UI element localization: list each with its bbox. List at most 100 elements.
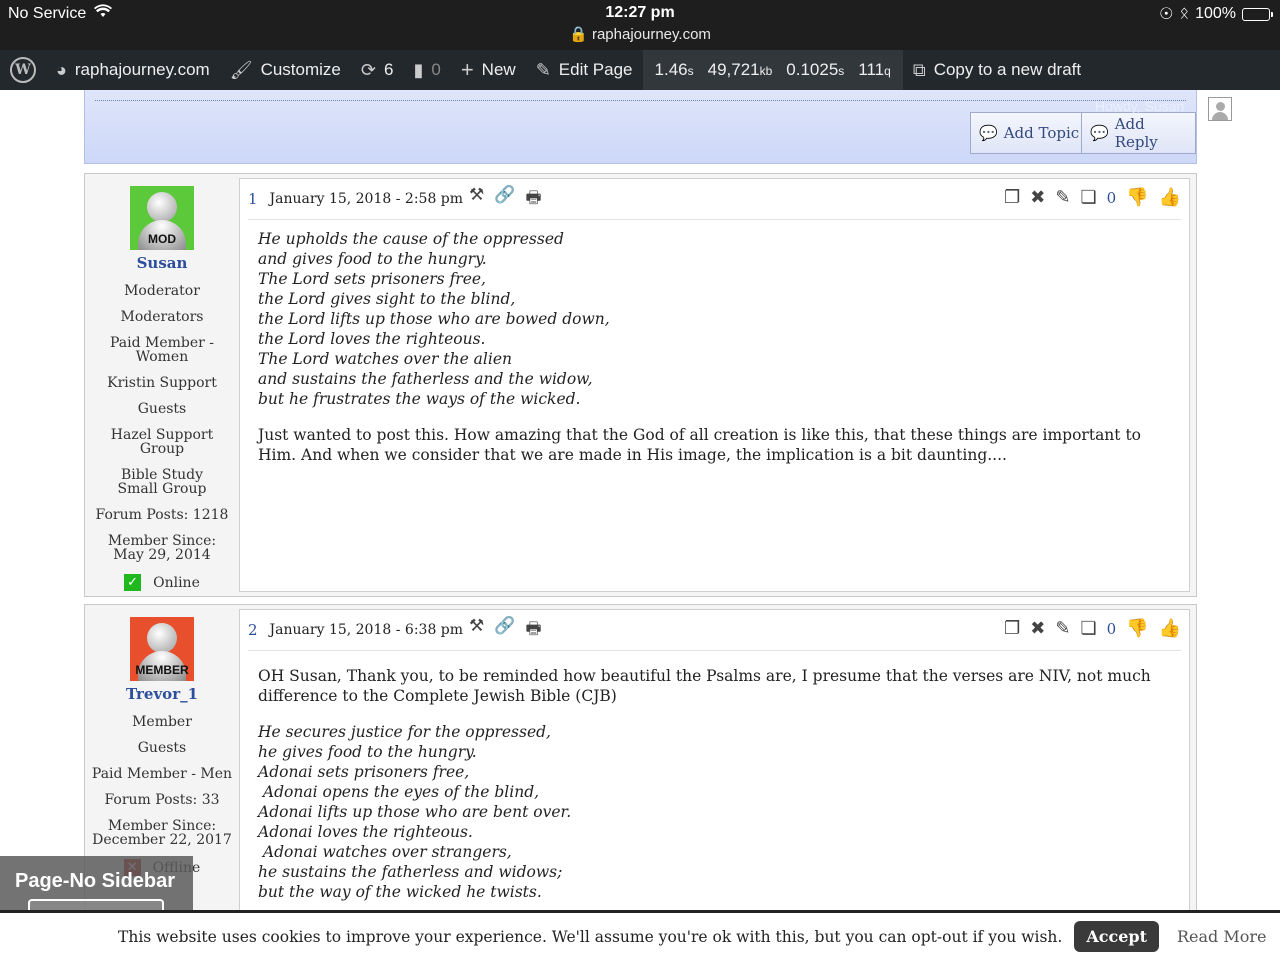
refresh-icon: ⟳ (360, 59, 376, 80)
post-date: January 15, 2018 - 6:38 pm (269, 622, 464, 638)
page-template-label: Page-No Sidebar (0, 856, 193, 912)
comment-icon: ▮ (413, 59, 424, 80)
avatar[interactable]: MEMBER (130, 617, 194, 681)
vote-count: 0 (1106, 188, 1117, 207)
add-reply-button[interactable]: 💬 Add Reply (1081, 112, 1196, 154)
author-role: Hazel Support Group (110, 427, 214, 457)
ios-status-bar: No Service 12:27 pm 🔒 raphajourney.com ☉… (0, 0, 1280, 50)
post-body: OH Susan, Thank you, to be reminded how … (258, 666, 1169, 902)
edit-icon[interactable]: ✎ (1055, 187, 1070, 208)
print-icon[interactable]: 🖶 (525, 185, 541, 214)
post-content: 2 January 15, 2018 - 6:38 pm ⚒ 🔗 🖶 ❐ ✖ ✎… (239, 609, 1190, 929)
post-body: He upholds the cause of the oppressed an… (258, 229, 1169, 465)
verse-block: He upholds the cause of the oppressed an… (258, 229, 1169, 409)
author-role: Moderators (120, 309, 204, 325)
add-topic-button[interactable]: 💬 Add Topic (970, 112, 1089, 154)
thumbs-up-icon[interactable]: 👍 (1159, 618, 1181, 639)
verse-line: the Lord lifts up those who are bowed do… (258, 310, 610, 328)
edit-icon[interactable]: ✎ (1055, 618, 1070, 639)
divider (95, 100, 1186, 101)
delete-icon[interactable]: ✖ (1030, 618, 1045, 639)
verse-line: but the way of the wicked he twists. (258, 883, 542, 901)
print-icon[interactable]: 🖶 (525, 616, 541, 645)
post-paragraph: OH Susan, Thank you, to be reminded how … (258, 667, 1151, 705)
post-number[interactable]: 1 (248, 190, 258, 208)
thumbs-down-icon[interactable]: 👎 (1126, 618, 1148, 639)
post-date: January 15, 2018 - 2:58 pm (269, 191, 464, 207)
author-name-link[interactable]: Susan (89, 254, 235, 272)
add-reply-icon: 💬 (1090, 124, 1109, 142)
dashboard-icon: ◕ (56, 59, 67, 80)
plus-icon: + (460, 57, 474, 82)
verse-line: but he frustrates the ways of the wicked… (258, 390, 581, 408)
member-since: Member Since: December 22, 2017 (92, 818, 232, 848)
vote-count: 0 (1106, 619, 1117, 638)
post-actions: ❐ ✖ ✎ ❏ 0 👎 👍 (1004, 618, 1181, 639)
link-icon[interactable]: 🔗 (494, 185, 515, 214)
post-author-panel: MEMBER Trevor_1 Member Guests Paid Membe… (89, 609, 235, 876)
verse-line: Adonai lifts up those who are bent over. (258, 803, 572, 821)
query-monitor-stats[interactable]: 1.46s 49,721kb 0.1025s 111q (642, 50, 903, 90)
add-topic-icon: 💬 (979, 124, 998, 142)
verse-line: The Lord watches over the alien (258, 350, 512, 368)
author-role: Moderator (124, 283, 200, 299)
updates-link[interactable]: ⟳ 6 (351, 50, 404, 90)
forum-post: MEMBER Trevor_1 Member Guests Paid Membe… (84, 604, 1197, 929)
reply-icon[interactable]: ❏ (1080, 187, 1096, 208)
delete-icon[interactable]: ✖ (1030, 187, 1045, 208)
author-role: Kristin Support (107, 375, 217, 391)
address-bar[interactable]: 🔒 raphajourney.com (0, 25, 1280, 43)
edit-page-link[interactable]: ✎ Edit Page (526, 50, 643, 90)
forum-post-count: Forum Posts: 33 (104, 792, 220, 808)
verse-line: Adonai opens the eyes of the blind, (258, 783, 540, 801)
avatar[interactable]: MOD (130, 186, 194, 250)
copy-to-draft-link[interactable]: ⧉ Copy to a new draft (903, 50, 1091, 90)
cookie-message: This website uses cookies to improve you… (118, 927, 1063, 946)
thumbs-up-icon[interactable]: 👍 (1159, 187, 1181, 208)
link-icon[interactable]: 🔗 (494, 616, 515, 645)
online-check-icon: ✓ (124, 574, 142, 591)
new-content-menu[interactable]: + New (451, 50, 526, 90)
author-role: Paid Member - Women (109, 335, 215, 365)
quote-icon[interactable]: ❐ (1004, 618, 1020, 639)
verse-line: he gives food to the hungry. (258, 743, 477, 761)
howdy-text: Howdy, Susan (1095, 98, 1185, 114)
forum-header-band: 💬 Add Topic 💬 Add Reply (84, 90, 1197, 164)
post-content: 1 January 15, 2018 - 2:58 pm ⚒ 🔗 🖶 ❐ ✖ ✎… (239, 178, 1190, 592)
author-role: Paid Member - Men (91, 766, 233, 782)
cookie-notice-bar: This website uses cookies to improve you… (0, 910, 1280, 960)
bluetooth-icon: ᛟ (1179, 5, 1190, 22)
author-role: Bible Study Small Group (117, 467, 207, 497)
accept-cookies-button[interactable]: Accept (1074, 921, 1159, 952)
read-more-link[interactable]: Read More (1177, 927, 1267, 946)
customize-link[interactable]: 🖌 Customize (220, 50, 351, 90)
thumbs-down-icon[interactable]: 👎 (1126, 187, 1148, 208)
author-role: Member (132, 714, 192, 730)
post-author-panel: MOD Susan Moderator Moderators Paid Memb… (89, 178, 235, 591)
tools-icon[interactable]: ⚒ (469, 185, 484, 214)
online-status: ✓ Online (89, 574, 235, 591)
post-paragraph: Just wanted to post this. How amazing th… (258, 426, 1142, 464)
forum-post: MOD Susan Moderator Moderators Paid Memb… (84, 173, 1197, 597)
rotation-lock-icon: ☉ (1159, 6, 1174, 23)
forum-post-count: Forum Posts: 1218 (95, 507, 229, 523)
site-name-menu[interactable]: ◕ raphajourney.com (46, 50, 220, 90)
battery-icon (1242, 7, 1273, 21)
wordpress-icon: W (10, 57, 36, 83)
verse-line: the Lord gives sight to the blind, (258, 290, 516, 308)
tools-icon[interactable]: ⚒ (469, 616, 484, 645)
post-number[interactable]: 2 (248, 621, 258, 639)
user-avatar-small[interactable] (1208, 97, 1232, 121)
verse-line: the Lord loves the righteous. (258, 330, 486, 348)
quote-icon[interactable]: ❐ (1004, 187, 1020, 208)
pencil-icon: ✎ (535, 59, 551, 80)
lock-icon: 🔒 (569, 26, 588, 43)
wp-logo-menu[interactable]: W (0, 50, 46, 90)
url-text: raphajourney.com (591, 26, 711, 43)
divider (248, 650, 1181, 651)
comments-link[interactable]: ▮ 0 (403, 50, 450, 90)
reply-icon[interactable]: ❏ (1080, 618, 1096, 639)
author-name-link[interactable]: Trevor_1 (89, 685, 235, 703)
verse-line: and gives food to the hungry. (258, 250, 487, 268)
verse-line: Adonai sets prisoners free, (258, 763, 470, 781)
